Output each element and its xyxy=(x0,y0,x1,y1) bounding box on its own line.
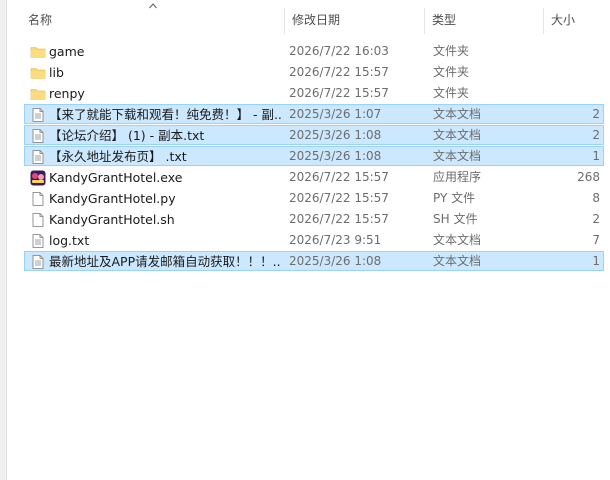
file-row[interactable]: game 2026/7/22 16:03 文件夹 xyxy=(24,41,604,61)
file-type: SH 文件 xyxy=(433,212,478,226)
app-icon xyxy=(30,170,46,186)
file-row[interactable]: 最新地址及APP请发邮箱自动获取！！！... 2025/3/26 1:08 文本文档… xyxy=(24,251,604,271)
file-modified-date: 2025/3/26 1:08 xyxy=(289,128,382,142)
file-modified-date: 2026/7/23 9:51 xyxy=(289,233,382,247)
file-size xyxy=(547,63,600,83)
file-size: 7 xyxy=(592,233,600,247)
file-row[interactable]: 【论坛介绍】 (1) - 副本.txt 2025/3/26 1:08 文本文档 2 xyxy=(24,125,604,145)
file-size xyxy=(547,42,600,62)
text-file-icon xyxy=(30,233,46,249)
file-row[interactable]: KandyGrantHotel.sh 2026/7/22 15:57 SH 文件 2 xyxy=(24,209,604,229)
text-file-icon xyxy=(30,107,46,123)
file-name: 【论坛介绍】 (1) - 副本.txt xyxy=(49,128,205,143)
file-row[interactable]: log.txt 2026/7/23 9:51 文本文档 7 xyxy=(24,230,604,250)
file-size: 268 xyxy=(577,170,600,184)
file-name: KandyGrantHotel.sh xyxy=(49,212,175,227)
text-file-icon xyxy=(30,254,46,270)
file-modified-date: 2025/3/26 1:08 xyxy=(289,149,382,163)
file-row[interactable]: KandyGrantHotel.py 2026/7/22 15:57 PY 文件 8 xyxy=(24,188,604,208)
file-modified-date: 2026/7/22 16:03 xyxy=(289,44,389,58)
column-header-size[interactable]: 大小 xyxy=(543,0,610,40)
file-name: KandyGrantHotel.exe xyxy=(49,170,183,185)
column-header-bar: 名称 修改日期 类型 大小 xyxy=(20,0,610,40)
file-name: renpy xyxy=(49,86,85,101)
column-header-type[interactable]: 类型 xyxy=(424,0,544,40)
file-modified-date: 2025/3/26 1:07 xyxy=(289,107,382,121)
file-modified-date: 2026/7/22 15:57 xyxy=(289,212,389,226)
file-type: PY 文件 xyxy=(433,191,476,205)
file-row[interactable]: lib 2026/7/22 15:57 文件夹 xyxy=(24,62,604,82)
file-icon xyxy=(30,191,46,207)
file-name: 【永久地址发布页】 .txt xyxy=(49,149,187,164)
file-name: game xyxy=(49,44,85,59)
file-modified-date: 2026/7/22 15:57 xyxy=(289,86,389,100)
file-type: 文件夹 xyxy=(433,86,470,100)
file-size: 2 xyxy=(592,107,600,121)
folder-icon xyxy=(30,44,46,60)
file-size: 1 xyxy=(592,149,600,163)
file-size xyxy=(547,84,600,104)
file-type: 文件夹 xyxy=(433,65,470,79)
file-name: KandyGrantHotel.py xyxy=(49,191,176,206)
file-row[interactable]: KandyGrantHotel.exe 2026/7/22 15:57 应用程序 26… xyxy=(24,167,604,187)
file-type: 应用程序 xyxy=(433,170,482,184)
file-type: 文本文档 xyxy=(433,107,482,121)
file-type: 文本文档 xyxy=(433,233,482,247)
file-modified-date: 2026/7/22 15:57 xyxy=(289,65,389,79)
file-modified-date: 2026/7/22 15:57 xyxy=(289,170,389,184)
text-file-icon xyxy=(30,149,46,165)
file-size: 2 xyxy=(592,212,600,226)
file-type: 文件夹 xyxy=(433,44,470,58)
file-name: log.txt xyxy=(49,233,90,248)
column-header-name[interactable]: 名称 xyxy=(20,0,284,40)
file-modified-date: 2025/3/26 1:08 xyxy=(289,254,382,268)
navigation-pane-edge[interactable] xyxy=(0,0,7,480)
file-size: 1 xyxy=(592,254,600,268)
file-name: 最新地址及APP请发邮箱自动获取！！！... xyxy=(49,254,281,269)
file-icon xyxy=(30,212,46,228)
file-row[interactable]: 【来了就能下载和观看！纯免费！】 - 副... 2025/3/26 1:07 文本文… xyxy=(24,104,604,124)
file-name: 【来了就能下载和观看！纯免费！】 - 副... xyxy=(49,107,281,122)
folder-icon xyxy=(30,65,46,81)
folder-icon xyxy=(30,86,46,102)
file-type: 文本文档 xyxy=(433,128,482,142)
file-size: 2 xyxy=(592,128,600,142)
file-row[interactable]: 【永久地址发布页】 .txt 2025/3/26 1:08 文本文档 1 xyxy=(24,146,604,166)
column-header-date[interactable]: 修改日期 xyxy=(284,0,428,40)
file-row[interactable]: renpy 2026/7/22 15:57 文件夹 xyxy=(24,83,604,103)
text-file-icon xyxy=(30,128,46,144)
file-type: 文本文档 xyxy=(433,254,482,268)
file-name: lib xyxy=(49,65,64,80)
file-modified-date: 2026/7/22 15:57 xyxy=(289,191,389,205)
file-size: 8 xyxy=(592,191,600,205)
file-type: 文本文档 xyxy=(433,149,482,163)
